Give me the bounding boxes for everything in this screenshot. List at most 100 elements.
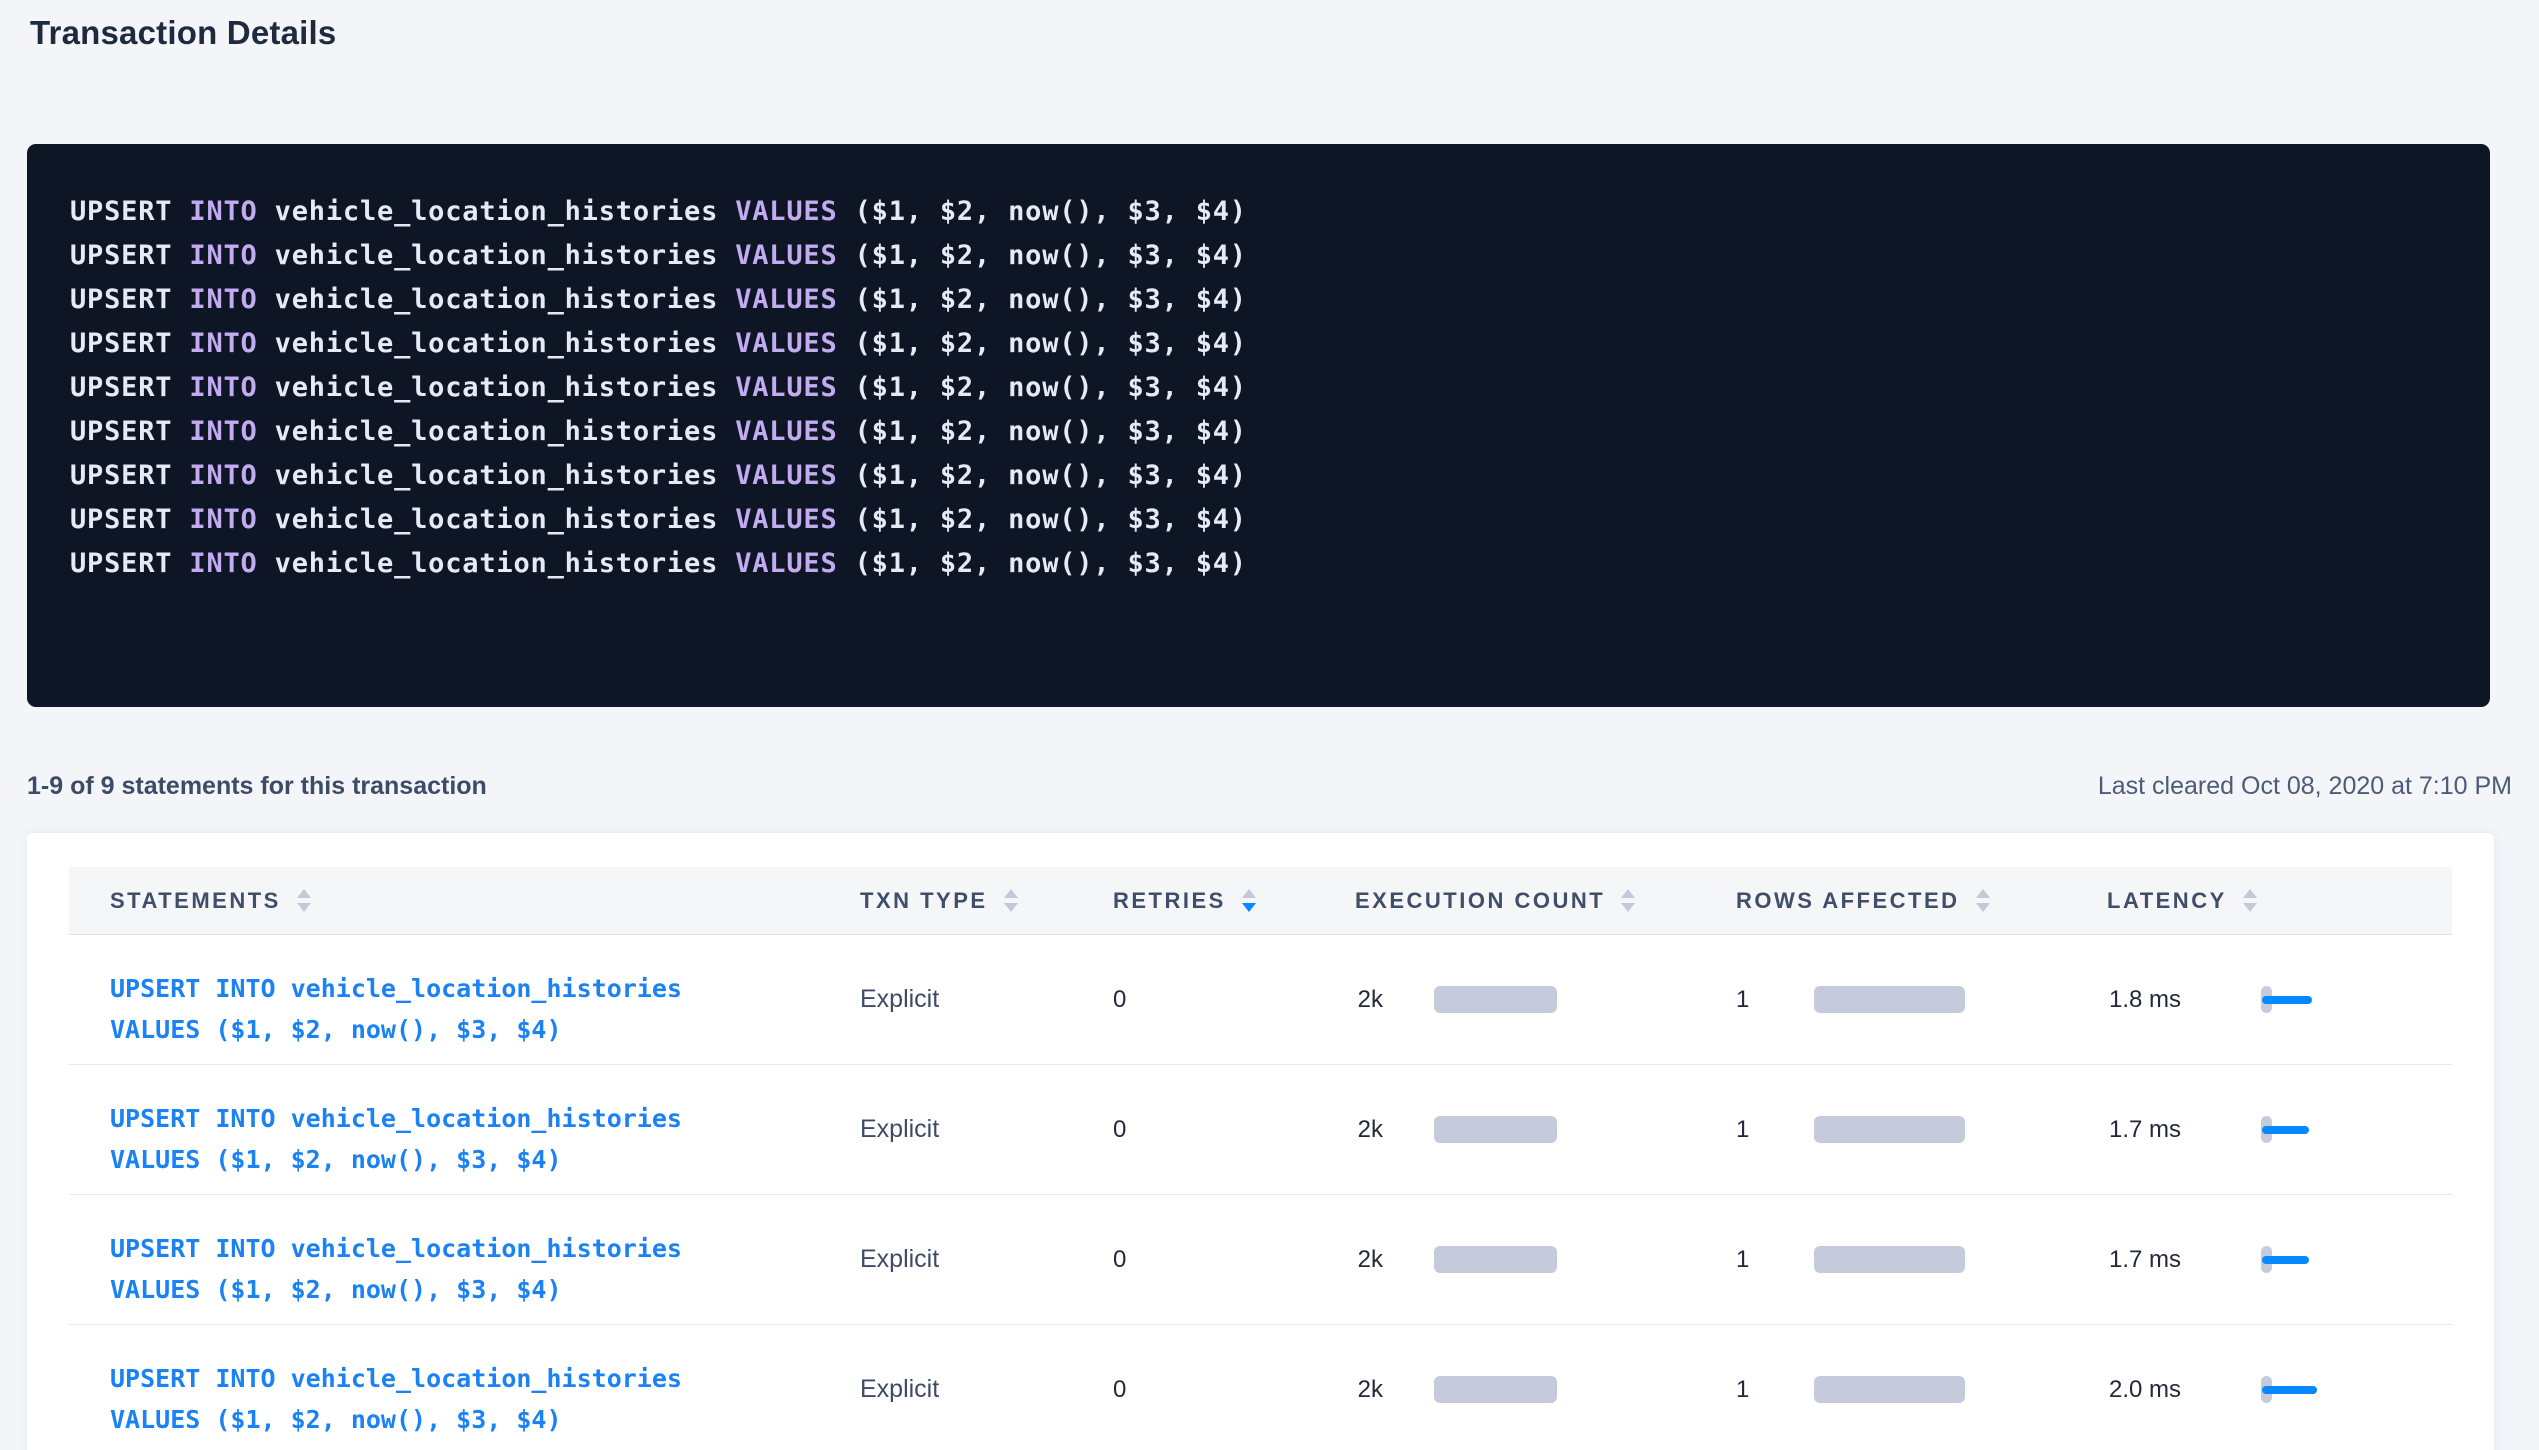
sql-text: ($1, $2, now(), $3, $4) — [838, 504, 1247, 535]
statement-link[interactable]: UPSERT INTO vehicle_location_historiesVA… — [110, 968, 682, 1050]
column-header-retries[interactable]: RETRIES — [1113, 867, 1355, 934]
column-header-txn-type[interactable]: TXN TYPE — [860, 867, 1113, 934]
table-caption-row: 1-9 of 9 statements for this transaction… — [27, 772, 2512, 801]
latency-chart — [2261, 986, 2331, 1013]
sql-text: vehicle_location_histories — [258, 328, 736, 359]
sql-text: vehicle_location_histories — [258, 548, 736, 579]
sort-asc-icon — [1242, 889, 1256, 898]
execution-count-value: 2k — [1355, 986, 1383, 1014]
column-header-label: TXN TYPE — [860, 888, 988, 914]
sql-text: UPSERT — [70, 372, 189, 403]
rows-affected-value: 1 — [1736, 1376, 1748, 1404]
sql-text: UPSERT — [70, 284, 189, 315]
retries-value: 0 — [1113, 986, 1126, 1014]
sql-text: UPSERT — [70, 196, 189, 227]
rows-affected-cell: 1 — [1736, 1116, 2107, 1144]
sql-statement-line: UPSERT INTO vehicle_location_histories V… — [70, 322, 2450, 366]
sql-statement-line: UPSERT INTO vehicle_location_histories V… — [70, 410, 2450, 454]
table-row: UPSERT INTO vehicle_location_historiesVA… — [69, 1195, 2452, 1325]
retries-cell: 0 — [1113, 1376, 1355, 1404]
sql-keyword: INTO — [189, 284, 257, 315]
sort-icons — [1976, 889, 1990, 912]
sql-keyword: INTO — [189, 460, 257, 491]
statement-cell: UPSERT INTO vehicle_location_historiesVA… — [69, 935, 860, 1064]
rows-affected-bar — [1814, 1376, 1965, 1403]
statements-table-card: STATEMENTS TXN TYPE RETRIES EXECUTION COUNT… — [27, 833, 2494, 1450]
sql-keyword: INTO — [189, 372, 257, 403]
sql-text: ($1, $2, now(), $3, $4) — [838, 284, 1247, 315]
sql-text: vehicle_location_histories — [258, 504, 736, 535]
sort-asc-icon — [1621, 889, 1635, 898]
execution-count-bar — [1434, 1116, 1557, 1143]
sql-keyword: INTO — [189, 504, 257, 535]
latency-bar — [2262, 1386, 2317, 1394]
sort-asc-icon — [297, 889, 311, 898]
rows-affected-bar — [1814, 1246, 1965, 1273]
column-header-execution-count[interactable]: EXECUTION COUNT — [1355, 867, 1736, 934]
table-row: UPSERT INTO vehicle_location_historiesVA… — [69, 935, 2452, 1065]
retries-cell: 0 — [1113, 1116, 1355, 1144]
rows-affected-cell: 1 — [1736, 1246, 2107, 1274]
sql-statement-line: UPSERT INTO vehicle_location_histories V… — [70, 542, 2450, 586]
sort-desc-icon — [1621, 903, 1635, 912]
column-header-label: RETRIES — [1113, 888, 1226, 914]
sort-asc-icon — [1004, 889, 1018, 898]
last-cleared-text: Last cleared Oct 08, 2020 at 7:10 PM — [2098, 772, 2512, 801]
statement-cell: UPSERT INTO vehicle_location_historiesVA… — [69, 1065, 860, 1194]
table-row: UPSERT INTO vehicle_location_historiesVA… — [69, 1065, 2452, 1195]
statement-link[interactable]: UPSERT INTO vehicle_location_historiesVA… — [110, 1358, 682, 1440]
sql-statement-line: UPSERT INTO vehicle_location_histories V… — [70, 190, 2450, 234]
statements-range-text: 1-9 of 9 statements for this transaction — [27, 772, 487, 801]
sql-statement-line: UPSERT INTO vehicle_location_histories V… — [70, 278, 2450, 322]
retries-cell: 0 — [1113, 986, 1355, 1014]
sort-icons — [2243, 889, 2257, 912]
retries-value: 0 — [1113, 1116, 1126, 1144]
sql-keyword: VALUES — [735, 372, 837, 403]
sql-keyword: VALUES — [735, 328, 837, 359]
latency-cell: 1.7 ms — [2107, 1246, 2452, 1274]
column-header-latency[interactable]: LATENCY — [2107, 867, 2452, 934]
sort-desc-icon — [2243, 903, 2257, 912]
txn-type-value: Explicit — [860, 1245, 939, 1274]
txn-type-value: Explicit — [860, 1115, 939, 1144]
column-header-label: STATEMENTS — [110, 888, 281, 914]
retries-cell: 0 — [1113, 1246, 1355, 1274]
sql-keyword: INTO — [189, 548, 257, 579]
sql-statement-line: UPSERT INTO vehicle_location_histories V… — [70, 498, 2450, 542]
retries-value: 0 — [1113, 1376, 1126, 1404]
rows-affected-bar — [1814, 1116, 1965, 1143]
sql-text: UPSERT — [70, 504, 189, 535]
sql-text: UPSERT — [70, 416, 189, 447]
sort-asc-icon — [2243, 889, 2257, 898]
sql-keyword: VALUES — [735, 196, 837, 227]
sql-text: vehicle_location_histories — [258, 196, 736, 227]
statement-link[interactable]: UPSERT INTO vehicle_location_historiesVA… — [110, 1098, 682, 1180]
execution-count-cell: 2k — [1355, 1116, 1736, 1144]
txn-type-value: Explicit — [860, 985, 939, 1014]
table-row: UPSERT INTO vehicle_location_historiesVA… — [69, 1325, 2452, 1450]
txn-type-cell: Explicit — [860, 985, 1113, 1014]
rows-affected-value: 1 — [1736, 1116, 1748, 1144]
column-header-rows-affected[interactable]: ROWS AFFECTED — [1736, 867, 2107, 934]
sql-statement-line: UPSERT INTO vehicle_location_histories V… — [70, 454, 2450, 498]
sql-text: ($1, $2, now(), $3, $4) — [838, 196, 1247, 227]
txn-type-cell: Explicit — [860, 1115, 1113, 1144]
sql-keyword: VALUES — [735, 416, 837, 447]
column-header-statements[interactable]: STATEMENTS — [69, 867, 860, 934]
latency-cell: 2.0 ms — [2107, 1376, 2452, 1404]
sql-keyword: VALUES — [735, 240, 837, 271]
latency-value: 1.7 ms — [2107, 1246, 2181, 1274]
statement-link[interactable]: UPSERT INTO vehicle_location_historiesVA… — [110, 1228, 682, 1310]
sql-text: ($1, $2, now(), $3, $4) — [838, 328, 1247, 359]
sort-desc-icon — [1976, 903, 1990, 912]
rows-affected-bar — [1814, 986, 1965, 1013]
latency-bar — [2262, 1126, 2309, 1134]
latency-bar — [2262, 1256, 2309, 1264]
page-title: Transaction Details — [30, 14, 336, 52]
execution-count-cell: 2k — [1355, 1376, 1736, 1404]
sort-icons — [1242, 889, 1256, 912]
execution-count-value: 2k — [1355, 1246, 1383, 1274]
sort-desc-icon — [297, 903, 311, 912]
sort-asc-icon — [1976, 889, 1990, 898]
latency-value: 1.7 ms — [2107, 1116, 2181, 1144]
